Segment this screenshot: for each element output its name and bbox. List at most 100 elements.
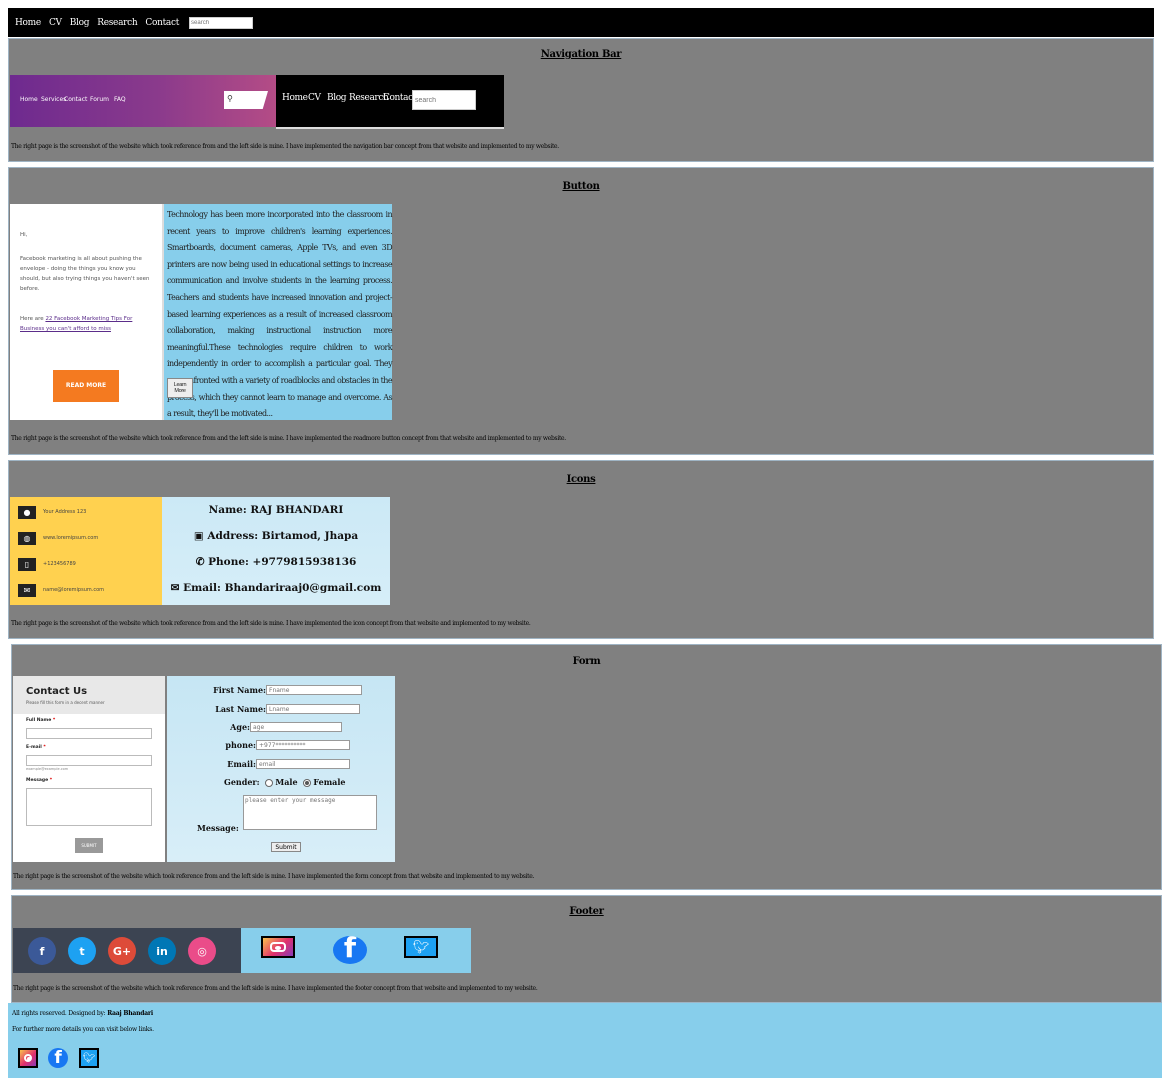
mine-address: Address: Birtamod, Jhapa — [207, 530, 359, 542]
section-caption: The right page is the screenshot of the … — [11, 143, 559, 150]
footer-section: Footer f t G+ in ◎ f 🐦︎ The right page i… — [11, 895, 1162, 1003]
mine-nav-cv: CV — [308, 93, 321, 103]
reference-form-screenshot: Contact Us Please fill this form in a de… — [13, 676, 165, 862]
gender-male-radio[interactable] — [265, 779, 274, 787]
last-name-label: Last Name: — [215, 704, 266, 714]
ref-email-hint: example@example.com — [26, 767, 69, 771]
ref-form-title: Contact Us — [26, 686, 88, 697]
envelope-icon: ✉ — [170, 582, 184, 594]
designer-name: Raaj Bhandari — [107, 1010, 153, 1017]
gender-male-label: Male — [275, 777, 298, 787]
twitter-link-icon[interactable]: 🐦︎ — [79, 1048, 99, 1068]
nav-link-contact[interactable]: Contact — [145, 18, 179, 28]
reference-icons-screenshot: ● Your Address 123 ◍ www.loremipsum.com … — [10, 497, 162, 605]
section-caption: The right page is the screenshot of the … — [13, 985, 538, 992]
ref-email-text: name@loremipsum.com — [43, 587, 104, 593]
google-plus-icon: G+ — [108, 937, 136, 965]
instagram-icon — [261, 936, 295, 958]
email-label: Email: — [227, 759, 256, 769]
submit-button[interactable]: Submit — [271, 842, 301, 852]
mine-search-input — [412, 90, 476, 110]
my-button-screenshot: Technology has been more incorporated in… — [162, 204, 393, 420]
nav-link-cv[interactable]: CV — [49, 18, 62, 28]
twitter-icon: 🐦︎ — [404, 936, 438, 958]
form-section: Form Contact Us Please fill this form in… — [11, 644, 1162, 890]
gender-row: Gender: Male Female — [224, 777, 345, 787]
mine-phone-row: ✆ Phone: +9779815938136 — [162, 556, 390, 568]
mine-email-row: ✉ Email: Bhandariraaj0@gmail.com — [162, 582, 390, 594]
learn-more-button[interactable]: Learn More — [167, 378, 193, 398]
ref-phone-text: +123456789 — [43, 561, 76, 567]
ref-read-more-button: READ MORE — [53, 370, 119, 402]
site-footer: All rights reserved. Designed by: Raaj B… — [8, 1003, 1162, 1078]
nav-link-home[interactable]: Home — [15, 18, 41, 28]
message-textarea[interactable] — [243, 795, 377, 830]
ref-search-box: ⚲ — [224, 91, 268, 109]
ref-address-text: Your Address 123 — [43, 509, 87, 515]
facebook-icon: f — [28, 937, 56, 965]
first-name-input[interactable] — [266, 685, 362, 695]
section-caption: The right page is the screenshot of the … — [11, 435, 566, 442]
button-section: Button Hi, Facebook marketing is all abo… — [8, 167, 1154, 455]
age-input[interactable] — [250, 722, 342, 732]
phone-label: phone: — [225, 740, 256, 750]
my-icons-screenshot: Name: RAJ BHANDARI ▣ Address: Birtamod, … — [162, 497, 390, 605]
ref-address-row: ● Your Address 123 — [18, 505, 86, 519]
mail-icon: ✉ — [18, 583, 36, 597]
mine-nav-contact: Contact — [383, 93, 416, 103]
ref-message-label: Message * — [26, 778, 53, 783]
phone-icon: ▯ — [18, 557, 36, 571]
ref-fullname-label: Full Name * — [26, 718, 56, 723]
ref-website-text: www.loremipsum.com — [43, 535, 99, 541]
rights-prefix: All rights reserved. Designed by: — [12, 1010, 108, 1017]
section-title: Form — [572, 656, 601, 667]
address-book-icon: ▣ — [193, 530, 208, 542]
phone-icon: ✆ — [195, 556, 209, 568]
message-label: Message: — [197, 823, 239, 833]
phone-input[interactable] — [256, 740, 350, 750]
nav-link-blog[interactable]: Blog — [70, 18, 90, 28]
ref-message-field — [26, 788, 152, 826]
mine-name: Name: RAJ BHANDARI — [208, 504, 344, 516]
my-form-screenshot: First Name: Last Name: Age: phone: Email… — [167, 676, 395, 862]
ref-email-label: E-mail * — [26, 745, 46, 750]
mine-phone: Phone: +9779815938136 — [208, 556, 357, 568]
ref-link-prefix: Here are — [20, 316, 46, 322]
facebook-link-icon[interactable]: f — [48, 1048, 68, 1068]
email-input[interactable] — [256, 759, 350, 769]
ref-link-paragraph: Here are 22 Facebook Marketing Tips For … — [20, 314, 150, 334]
top-navbar: Home CV Blog Research Contact — [8, 8, 1154, 37]
ref-form-header: Contact Us Please fill this form in a de… — [13, 676, 165, 714]
ref-nav-forum: Forum — [90, 96, 110, 103]
nav-link-research[interactable]: Research — [97, 18, 137, 28]
ref-phone-row: ▯ +123456789 — [18, 557, 76, 571]
ref-nav-faq: FAQ — [114, 96, 126, 103]
copyright-text: All rights reserved. Designed by: Raaj B… — [12, 1010, 153, 1017]
section-title: Icons — [566, 474, 596, 485]
instagram-link-icon[interactable] — [18, 1048, 38, 1068]
details-text: For further more details you can visit b… — [12, 1026, 154, 1033]
mine-email: Email: Bhandariraaj0@gmail.com — [183, 582, 382, 594]
section-caption: The right page is the screenshot of the … — [13, 873, 535, 880]
search-input[interactable] — [189, 16, 254, 29]
icons-section: Icons ● Your Address 123 ◍ www.loremipsu… — [8, 460, 1154, 639]
ref-nav-contact: Contact — [64, 96, 88, 103]
globe-icon: ◍ — [18, 531, 36, 545]
ref-nav-services: Services — [41, 96, 67, 103]
section-title: Navigation Bar — [540, 49, 622, 60]
ref-fullname-field — [26, 728, 152, 739]
ref-greeting: Hi, — [20, 232, 28, 238]
navbar-section: Navigation Bar Home Services Contact For… — [8, 38, 1154, 162]
location-icon: ● — [18, 505, 36, 519]
ref-paragraph: Facebook marketing is all about pushing … — [20, 256, 150, 292]
ref-email-field — [26, 755, 152, 766]
search-icon: ⚲ — [227, 94, 233, 103]
dribbble-icon: ◎ — [188, 937, 216, 965]
last-name-input[interactable] — [266, 704, 360, 714]
gender-female-radio[interactable] — [303, 779, 312, 787]
ref-submit-button: SUBMIT — [75, 838, 103, 853]
reference-button-screenshot: Hi, Facebook marketing is all about push… — [10, 204, 162, 420]
ref-form-subtitle: Please fill this form in a decent manner — [26, 700, 105, 705]
age-label: Age: — [230, 722, 250, 732]
first-name-label: First Name: — [213, 685, 266, 695]
